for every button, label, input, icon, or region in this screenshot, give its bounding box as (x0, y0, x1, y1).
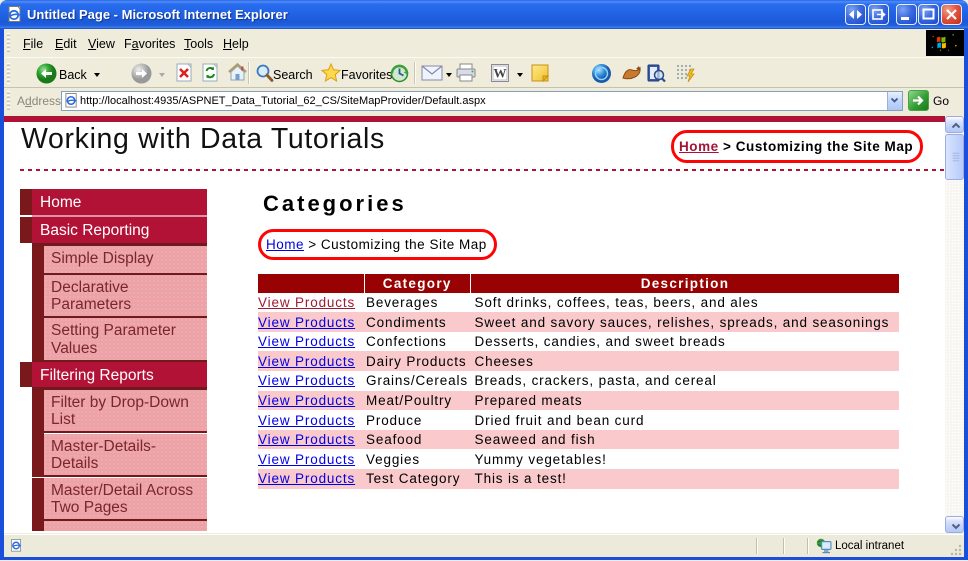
svg-text:W: W (494, 66, 507, 81)
